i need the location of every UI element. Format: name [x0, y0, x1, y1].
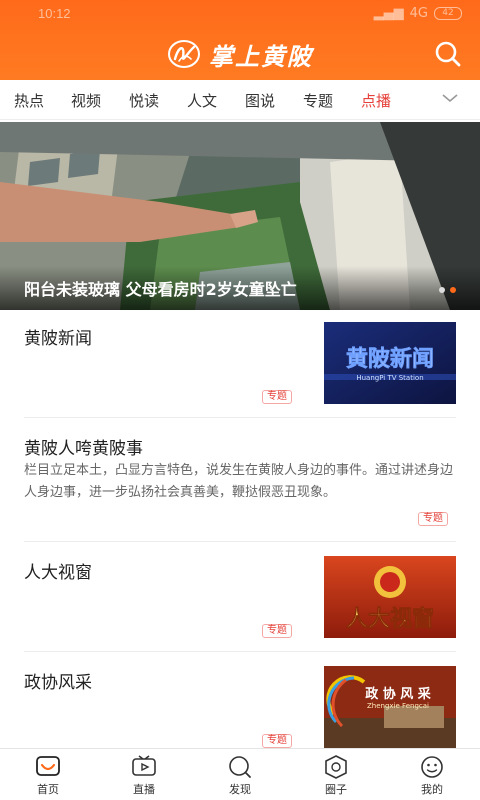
- list-item[interactable]: 黄陂人咵黄陂事 栏目立足本土，凸显方言特色，说发生在黄陂人身边的事件。通过讲述身…: [24, 418, 456, 542]
- topic-tag: 专题: [262, 624, 292, 638]
- nav-label: 圈子: [325, 783, 347, 796]
- nav-home[interactable]: 首页: [18, 755, 78, 799]
- carousel-dot[interactable]: [439, 287, 445, 293]
- nav-live[interactable]: 直播: [114, 755, 174, 799]
- status-indicators: ▂▄▆ 4G 42: [374, 6, 462, 21]
- nav-discover[interactable]: 发现: [210, 755, 270, 799]
- signal-icon: ▂▄▆: [373, 6, 404, 21]
- carousel-indicators: [439, 287, 456, 293]
- item-title: 政协风采: [24, 673, 92, 693]
- network-type: 4G: [409, 6, 428, 21]
- nav-label: 直播: [133, 783, 155, 796]
- nav-circle[interactable]: 圈子: [306, 755, 366, 799]
- item-title: 人大视窗: [24, 563, 92, 583]
- tv-icon: [132, 755, 156, 776]
- home-icon: [36, 756, 60, 776]
- logo-icon: [168, 40, 200, 68]
- app-logo: 掌上黄陂: [0, 34, 480, 74]
- nav-profile[interactable]: 我的: [402, 755, 462, 799]
- item-title: 黄陂新闻: [24, 329, 92, 349]
- carousel-dot-active[interactable]: [450, 287, 456, 293]
- thumbnail-image: 政 协 风 采 Zhengxie Fengcai: [324, 666, 456, 748]
- banner-caption-overlay: 阳台未装玻璃 父母看房时2岁女童坠亡: [0, 266, 480, 310]
- thumb-subtext: HuangPi TV Station: [356, 374, 423, 382]
- nav-label: 发现: [229, 783, 251, 796]
- list-item[interactable]: 人大视窗 专题 人大视窗: [24, 542, 456, 652]
- app-title: 掌上黄陂: [209, 41, 313, 71]
- thumbnail-image: 人大视窗: [324, 556, 456, 638]
- thumbnail-image: 黄陂新闻 HuangPi TV Station: [324, 322, 456, 404]
- circle-icon: [325, 755, 347, 779]
- nav-label: 首页: [37, 783, 59, 796]
- thumb-text: 政 协 风 采: [365, 686, 432, 702]
- battery-icon: 42: [434, 7, 462, 20]
- category-tabs: 热点 视频 悦读 人文 图说 专题 点播: [0, 80, 480, 120]
- tab-hot[interactable]: 热点: [14, 90, 44, 111]
- list-item[interactable]: 黄陂新闻 专题 黄陂新闻 HuangPi TV Station: [24, 310, 456, 418]
- bottom-navigation: 首页 直播 发现 圈子 我的: [0, 748, 480, 800]
- status-time: 10:12: [38, 6, 71, 21]
- item-title: 黄陂人咵黄陂事: [24, 439, 143, 459]
- tab-reading[interactable]: 悦读: [129, 90, 159, 111]
- battery-level: 42: [442, 8, 454, 18]
- tab-video[interactable]: 视频: [71, 90, 101, 111]
- nav-label: 我的: [421, 783, 443, 796]
- discover-icon: [229, 756, 251, 778]
- tab-pictures[interactable]: 图说: [245, 90, 275, 111]
- item-description: 栏目立足本土，凸显方言特色，说发生在黄陂人身边的事件。通过讲述身边人身边事，进一…: [24, 463, 454, 500]
- topic-tag: 专题: [262, 390, 292, 404]
- profile-icon: [421, 756, 443, 778]
- chevron-down-icon[interactable]: [440, 88, 460, 108]
- thumb-text: 黄陂新闻: [346, 346, 434, 372]
- tab-topics[interactable]: 专题: [303, 90, 333, 111]
- search-icon[interactable]: [434, 40, 462, 68]
- banner-caption: 阳台未装玻璃 父母看房时2岁女童坠亡: [24, 280, 297, 299]
- banner-carousel[interactable]: 阳台未装玻璃 父母看房时2岁女童坠亡: [0, 122, 480, 310]
- thumb-text: 人大视窗: [346, 606, 434, 632]
- tab-on-demand[interactable]: 点播: [361, 90, 391, 111]
- app-header: 10:12 ▂▄▆ 4G 42 掌上黄陂: [0, 0, 480, 80]
- topic-tag: 专题: [262, 734, 292, 748]
- thumb-subtext: Zhengxie Fengcai: [367, 702, 429, 710]
- status-bar: 10:12 ▂▄▆ 4G 42: [0, 0, 480, 24]
- topic-tag: 专题: [418, 512, 448, 526]
- list-item[interactable]: 政协风采 专题 政 协 风 采 Zhengxie Fengcai: [24, 652, 456, 752]
- tab-culture[interactable]: 人文: [187, 90, 217, 111]
